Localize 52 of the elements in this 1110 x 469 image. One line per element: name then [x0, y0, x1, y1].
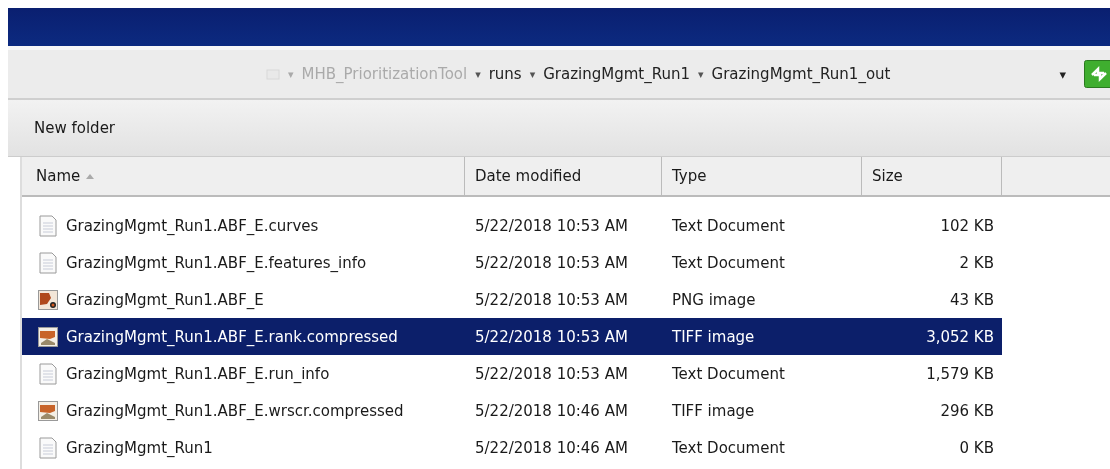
breadcrumb-item[interactable]: GrazingMgmt_Run1_out [711, 65, 891, 83]
file-row[interactable]: GrazingMgmt_Run1.ABF_E.rank.compressed 5/22/2018 10:53 AM TIFF image 3,052 KB [22, 318, 1002, 355]
table-cell: PNG image [672, 290, 756, 309]
table-cell: 5/22/2018 10:53 AM [475, 216, 628, 235]
file-row[interactable]: GrazingMgmt_Run1.ABF_E.features_info 5/22/2018 10:53 AM Text Document 2 KB [22, 244, 1002, 281]
file-name: GrazingMgmt_Run1.ABF_E.run_info [66, 364, 330, 383]
column-header[interactable]: Type [662, 157, 862, 195]
file-row[interactable]: GrazingMgmt_Run1.ABF_E.curves 5/22/2018 10:53 AM Text Document 102 KB [22, 207, 1002, 244]
table-cell: TIFF image [672, 401, 755, 420]
breadcrumb-item[interactable]: runs [488, 65, 522, 83]
file-name: GrazingMgmt_Run1.ABF_E.features_info [66, 253, 367, 272]
table-cell: 102 KB [940, 216, 994, 235]
table-cell: 5/22/2018 10:46 AM [475, 438, 628, 457]
file-name: GrazingMgmt_Run1.ABF_E [66, 290, 264, 309]
table-cell: 3,052 KB [926, 327, 994, 346]
file-name: GrazingMgmt_Run1.ABF_E.curves [66, 216, 319, 235]
table-cell: 1,579 KB [926, 364, 994, 383]
column-label: Type [672, 167, 707, 185]
column-label: Name [36, 167, 81, 185]
column-header[interactable]: Size [862, 157, 1002, 195]
table-cell: 296 KB [940, 401, 994, 420]
table-cell: 5/22/2018 10:53 AM [475, 327, 628, 346]
table-cell: 5/22/2018 10:46 AM [475, 401, 628, 420]
breadcrumb-arrow[interactable]: ▾ [475, 67, 481, 81]
column-label: Date modified [475, 167, 582, 185]
file-row[interactable]: GrazingMgmt_Run1.ABF_E 5/22/2018 10:53 AM PNG image 43 KB [22, 281, 1002, 318]
file-row[interactable]: GrazingMgmt_Run1.ABF_E.wrscr.compressed 5/22/2018 10:46 AM TIFF image 296 KB [22, 392, 1002, 429]
table-cell: 2 KB [959, 253, 994, 272]
column-header[interactable]: Name [22, 157, 465, 195]
file-name: GrazingMgmt_Run1 [66, 438, 213, 457]
breadcrumb-item[interactable]: GrazingMgmt_Run1 [543, 65, 691, 83]
file-row[interactable]: GrazingMgmt_Run1.ABF_E.run_info 5/22/2018 10:53 AM Text Document 1,579 KB [22, 355, 1002, 392]
column-label: Size [872, 167, 903, 185]
table-cell: 5/22/2018 10:53 AM [475, 364, 628, 383]
breadcrumb-arrow[interactable]: ▾ [529, 67, 536, 81]
table-cell: Text Document [672, 364, 785, 383]
table-cell: TIFF image [672, 327, 755, 346]
file-name: GrazingMgmt_Run1.ABF_E.rank.compressed [66, 327, 398, 346]
column-header[interactable]: Date modified [465, 157, 662, 195]
new-folder-button[interactable]: New folder [8, 115, 142, 141]
refresh-icon[interactable] [1084, 60, 1110, 88]
table-cell: Text Document [672, 253, 785, 272]
table-cell: Text Document [672, 216, 785, 235]
address-dropdown[interactable]: ▾ [1059, 66, 1066, 82]
table-cell: 5/22/2018 10:53 AM [475, 253, 628, 272]
table-cell: 5/22/2018 10:53 AM [475, 290, 628, 309]
file-name: GrazingMgmt_Run1.ABF_E.wrscr.compressed [66, 401, 404, 420]
table-cell: 0 KB [959, 438, 994, 457]
table-cell: Text Document [672, 438, 785, 457]
file-row[interactable]: GrazingMgmt_Run1 5/22/2018 10:46 AM Text Document 0 KB [22, 429, 1002, 466]
table-cell: 43 KB [950, 290, 994, 309]
breadcrumb-arrow[interactable]: ▾ [698, 67, 704, 81]
